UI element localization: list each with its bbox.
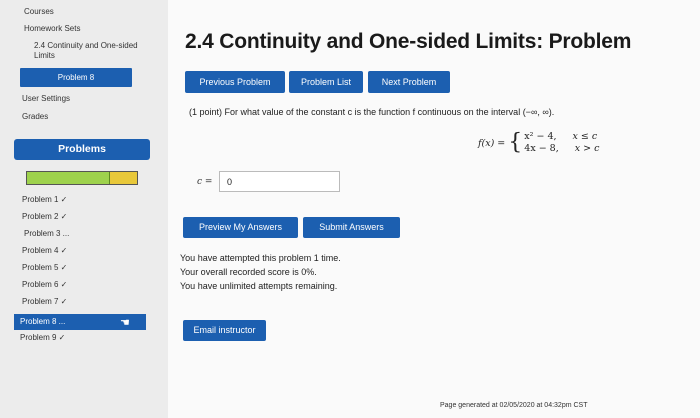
preview-answers-button[interactable]: Preview My Answers: [183, 217, 298, 238]
problem-statement: (1 point) For what value of the constant…: [189, 107, 555, 117]
problem-list-item-2[interactable]: Problem 2 ✓: [22, 212, 67, 222]
answer-label: c =: [197, 177, 213, 187]
piecewise-function: f(x) = { x² − 4, x ≤ c 4x − 8, x > c: [478, 131, 599, 155]
nav-link-user-settings[interactable]: User Settings: [22, 94, 70, 104]
function-case-1: x² − 4, x ≤ c: [524, 131, 599, 143]
hand-cursor-icon: ☚: [120, 317, 130, 329]
attempt-count-text: You have attempted this problem 1 time.: [180, 253, 341, 263]
main-content: 2.4 Continuity and One-sided Limits: Pro…: [168, 0, 700, 418]
brace-icon: {: [508, 130, 523, 155]
answer-input[interactable]: [219, 171, 340, 192]
case-1-expression: x² − 4,: [524, 131, 557, 142]
next-problem-button[interactable]: Next Problem: [368, 71, 450, 93]
function-name: f(x) =: [478, 137, 506, 149]
nav-link-homework-sets[interactable]: Homework Sets: [24, 24, 80, 34]
page-title: 2.4 Continuity and One-sided Limits: Pro…: [185, 30, 632, 53]
attempt-info: You have attempted this problem 1 time. …: [180, 251, 341, 293]
problem-list-button[interactable]: Problem List: [289, 71, 363, 93]
score-text: Your overall recorded score is 0%.: [180, 267, 317, 277]
case-2-condition: x > c: [574, 143, 600, 154]
function-case-2: 4x − 8, x > c: [524, 143, 599, 155]
previous-problem-button[interactable]: Previous Problem: [185, 71, 285, 93]
problems-header: Problems: [14, 139, 150, 160]
problem-list-item-6[interactable]: Problem 6 ✓: [22, 280, 67, 290]
sidebar: Courses Homework Sets 2.4 Continuity and…: [0, 0, 168, 418]
nav-link-grades[interactable]: Grades: [22, 112, 48, 122]
submit-answers-button[interactable]: Submit Answers: [303, 217, 400, 238]
nav-link-current-problem[interactable]: Problem 8: [20, 68, 132, 87]
problem-list-item-3[interactable]: Problem 3 ...: [24, 229, 69, 239]
attempts-remaining-text: You have unlimited attempts remaining.: [180, 281, 338, 291]
nav-link-courses[interactable]: Courses: [24, 7, 54, 17]
problem-list-item-9[interactable]: Problem 9 ✓: [20, 333, 65, 343]
case-1-condition: x ≤ c: [572, 131, 598, 142]
progress-bar-incorrect: [109, 172, 137, 184]
problem-list-item-4[interactable]: Problem 4 ✓: [22, 246, 67, 256]
problem-box: (1 point) For what value of the constant…: [178, 99, 690, 193]
case-2-expression: 4x − 8,: [524, 143, 559, 154]
problem-list-item-5[interactable]: Problem 5 ✓: [22, 263, 67, 273]
problem-list-item-1[interactable]: Problem 1 ✓: [22, 195, 67, 205]
function-cases: x² − 4, x ≤ c 4x − 8, x > c: [524, 131, 599, 155]
progress-bar-correct: [27, 172, 110, 184]
progress-bar: [26, 171, 138, 185]
nav-link-section[interactable]: 2.4 Continuity and One-sided Limits: [34, 41, 144, 61]
email-instructor-button[interactable]: Email instructor: [183, 320, 266, 341]
page-footer: Page generated at 02/05/2020 at 04:32pm …: [440, 402, 588, 409]
problem-list-item-7[interactable]: Problem 7 ✓: [22, 297, 67, 307]
